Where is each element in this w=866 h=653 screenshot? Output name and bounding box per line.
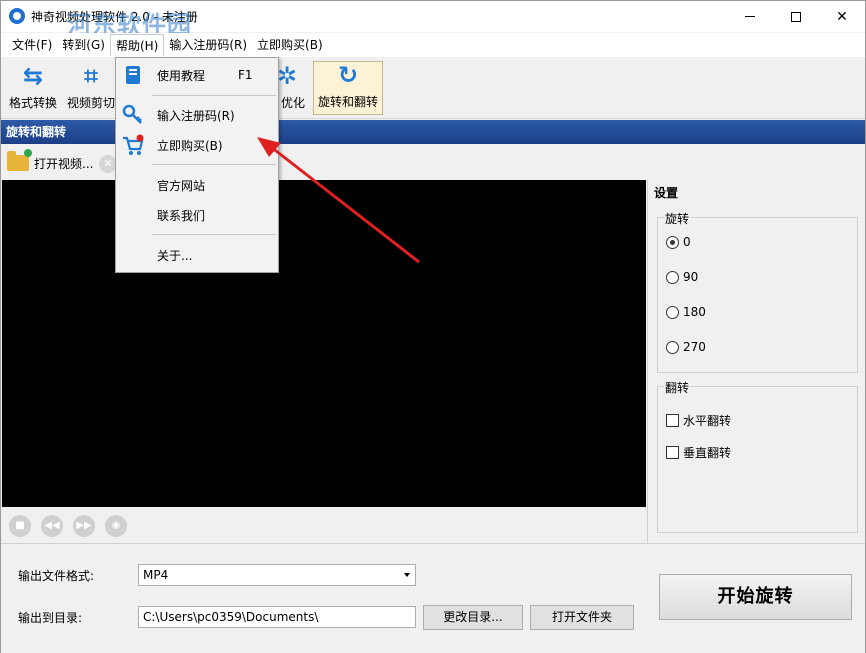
rotate-option-90[interactable]: 90 bbox=[666, 270, 698, 284]
rotate-option-label: 270 bbox=[683, 340, 706, 354]
help-menu-contact[interactable]: 联系我们 bbox=[116, 202, 278, 228]
maximize-icon bbox=[791, 11, 801, 22]
tool-label: 旋转和翻转 bbox=[317, 95, 378, 109]
tool-format-convert[interactable]: ⇆ 格式转换 bbox=[7, 61, 59, 115]
settings-panel: 设置 旋转 0 90 180 270 翻转 水平翻转 垂直翻转 bbox=[647, 180, 865, 543]
close-icon: ✕ bbox=[836, 8, 848, 25]
window-title: 神奇视频处理软件 2.0 - 未注册 bbox=[31, 10, 198, 24]
help-menu-dropdown: 使用教程 F1 输入注册码(R) 立即购买(B) 官方网站 联系我们 关于... bbox=[115, 57, 279, 273]
menu-file[interactable]: 文件(F) bbox=[7, 34, 57, 56]
checkbox-icon[interactable] bbox=[666, 446, 679, 459]
open-video-label: 打开视频... bbox=[34, 156, 94, 171]
minimize-icon bbox=[745, 16, 755, 17]
key-icon bbox=[122, 104, 142, 124]
output-dir-input[interactable]: C:\Users\pc0359\Documents\ bbox=[138, 606, 416, 628]
maximize-button[interactable] bbox=[773, 1, 819, 32]
menu-help[interactable]: 帮助(H) bbox=[109, 34, 165, 56]
help-menu-buy[interactable]: 立即购买(B) bbox=[116, 132, 278, 158]
flip-option-label: 垂直翻转 bbox=[683, 446, 732, 460]
fast-forward-icon[interactable]: ▶▶ bbox=[73, 515, 95, 537]
radio-icon[interactable] bbox=[666, 340, 679, 354]
rotate-option-0[interactable]: 0 bbox=[666, 235, 691, 249]
help-menu-label: 官方网站 bbox=[157, 178, 206, 193]
menu-bar: 文件(F) 转到(G) 帮助(H) 输入注册码(R) 立即购买(B) bbox=[1, 33, 865, 57]
book-icon bbox=[126, 66, 140, 84]
flip-group-title: 翻转 bbox=[664, 379, 691, 396]
cart-icon bbox=[123, 134, 144, 155]
rotate-option-180[interactable]: 180 bbox=[666, 305, 706, 319]
minimize-button[interactable] bbox=[727, 1, 773, 32]
rotate-option-label: 0 bbox=[683, 235, 691, 249]
menu-separator bbox=[152, 234, 276, 235]
help-menu-website[interactable]: 官方网站 bbox=[116, 172, 278, 198]
help-menu-label: 立即购买(B) bbox=[157, 138, 223, 153]
help-menu-register[interactable]: 输入注册码(R) bbox=[116, 102, 278, 128]
dir-label: 输出到目录: bbox=[18, 611, 83, 625]
help-menu-about[interactable]: 关于... bbox=[116, 242, 278, 268]
rewind-icon[interactable]: ◀◀ bbox=[41, 515, 63, 537]
tool-video-cut[interactable]: ⌗ 视频剪切 bbox=[65, 61, 117, 115]
help-menu-label: 关于... bbox=[157, 248, 193, 263]
app-logo-icon bbox=[9, 8, 25, 24]
radio-icon[interactable] bbox=[666, 235, 679, 249]
menu-register[interactable]: 输入注册码(R) bbox=[164, 34, 252, 56]
folder-open-icon bbox=[7, 149, 32, 171]
stop-icon[interactable]: ■ bbox=[9, 515, 31, 537]
menu-separator bbox=[152, 164, 276, 165]
format-convert-icon: ⇆ bbox=[22, 62, 44, 90]
format-value: MP4 bbox=[143, 568, 169, 582]
tool-label: 视频剪切 bbox=[66, 96, 115, 110]
flip-option-label: 水平翻转 bbox=[683, 414, 732, 428]
settings-title: 设置 bbox=[654, 186, 679, 200]
help-menu-label: 输入注册码(R) bbox=[157, 108, 235, 123]
tool-rotate-flip[interactable]: ↻ 旋转和翻转 bbox=[313, 61, 383, 115]
title-bar: 神奇视频处理软件 2.0 - 未注册 河东软件园 www.pc0359.cn ✕ bbox=[1, 1, 865, 58]
format-select[interactable]: MP4 bbox=[138, 564, 416, 586]
rotate-option-label: 90 bbox=[683, 270, 699, 284]
chevron-down-icon bbox=[404, 573, 410, 577]
tool-label: 格式转换 bbox=[8, 96, 57, 110]
snapshot-icon[interactable]: ◉ bbox=[105, 515, 127, 537]
radio-icon[interactable] bbox=[666, 270, 679, 284]
menu-buy[interactable]: 立即购买(B) bbox=[252, 34, 328, 56]
help-menu-tutorial[interactable]: 使用教程 F1 bbox=[116, 62, 278, 88]
flip-group: 翻转 水平翻转 垂直翻转 bbox=[657, 379, 858, 533]
rotate-option-270[interactable]: 270 bbox=[666, 340, 706, 354]
crop-icon: ⌗ bbox=[84, 62, 98, 90]
rotate-group: 旋转 0 90 180 270 bbox=[657, 210, 858, 373]
app-window: 神奇视频处理软件 2.0 - 未注册 河东软件园 www.pc0359.cn ✕… bbox=[0, 0, 866, 653]
checkbox-icon[interactable] bbox=[666, 414, 679, 427]
radio-icon[interactable] bbox=[666, 305, 679, 319]
flip-vertical-option[interactable]: 垂直翻转 bbox=[666, 444, 731, 461]
playback-controls: ■ ◀◀ ▶▶ ◉ bbox=[2, 507, 646, 543]
flip-horizontal-option[interactable]: 水平翻转 bbox=[666, 412, 731, 429]
video-preview bbox=[2, 180, 646, 507]
format-label: 输出文件格式: bbox=[18, 569, 95, 583]
rotate-group-title: 旋转 bbox=[664, 210, 691, 227]
start-rotate-button[interactable]: 开始旋转 bbox=[659, 574, 852, 620]
help-menu-label: 使用教程 bbox=[157, 68, 206, 83]
output-panel: 输出文件格式: MP4 输出到目录: C:\Users\pc0359\Docum… bbox=[1, 543, 865, 653]
menu-separator bbox=[152, 95, 276, 96]
menu-goto[interactable]: 转到(G) bbox=[57, 34, 110, 56]
open-folder-button[interactable]: 打开文件夹 bbox=[530, 605, 634, 630]
close-button[interactable]: ✕ bbox=[819, 1, 865, 32]
change-dir-button[interactable]: 更改目录... bbox=[423, 605, 523, 630]
rotate-icon: ↻ bbox=[337, 61, 359, 89]
help-menu-shortcut: F1 bbox=[238, 68, 253, 82]
rotate-option-label: 180 bbox=[683, 305, 706, 319]
help-menu-label: 联系我们 bbox=[157, 208, 206, 223]
open-video-button[interactable]: 打开视频... bbox=[7, 149, 94, 175]
